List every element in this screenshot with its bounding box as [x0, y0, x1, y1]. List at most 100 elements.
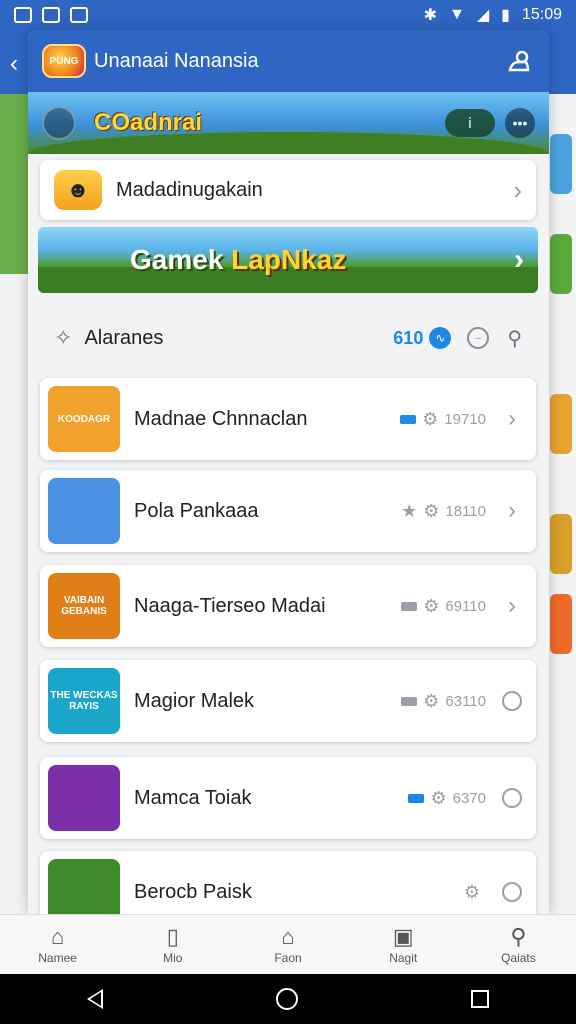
- game-meta-value: 69110: [445, 597, 486, 615]
- promo-card[interactable]: ☻ Madadinugakain ›: [40, 160, 536, 220]
- game-name: Pola Pankaaa: [134, 499, 259, 522]
- profile-link-button[interactable]: [503, 45, 535, 77]
- game-meta: ⚙: [464, 882, 486, 903]
- section-count: 610: [393, 327, 424, 348]
- game-name: Magior Malek: [134, 689, 255, 712]
- star-icon: ✧: [54, 325, 73, 350]
- tag-icon: [401, 696, 418, 706]
- background-tile: [550, 134, 572, 194]
- background-app-content-left: [0, 94, 30, 914]
- notification-icon: [70, 7, 88, 23]
- sheet-title: Unanaai Nanansia: [94, 49, 259, 72]
- search-icon: ⚲: [510, 923, 527, 949]
- character-avatar: ☻: [54, 170, 102, 210]
- notification-icon: [14, 7, 32, 23]
- banner-info-button[interactable]: ⅰ: [445, 109, 495, 137]
- select-circle-icon[interactable]: [502, 691, 522, 711]
- game-list-item[interactable]: Berocb Paisk ⚙: [40, 851, 536, 914]
- link-icon: [508, 50, 530, 72]
- background-tile: [550, 594, 572, 654]
- info-icon: ⅰ: [468, 114, 472, 131]
- nav-item-qaiats[interactable]: ⚲ Qaiats: [461, 915, 576, 974]
- back-arrow-icon: ‹: [10, 50, 18, 77]
- game-meta: ⚙ 69110: [401, 596, 486, 617]
- sheet-header: PUNG Unanaai Nanansia: [28, 30, 549, 92]
- tag-icon: [400, 414, 417, 424]
- background-tile: [550, 514, 572, 574]
- bookmark-icon: ▯: [166, 923, 179, 949]
- filter-icon[interactable]: –: [467, 327, 490, 349]
- nav-label: Nagit: [389, 950, 418, 965]
- nav-item-faon[interactable]: ⌂ Faon: [230, 915, 345, 974]
- gear-icon: ⚙: [463, 881, 480, 902]
- game-meta-value: 19710: [444, 410, 486, 428]
- nav-item-nagit[interactable]: ▣ Nagit: [346, 915, 461, 974]
- game-name: Berocb Paisk: [134, 880, 252, 903]
- game-thumbnail: [48, 478, 120, 544]
- promo-label: Madadinugakain: [116, 178, 263, 201]
- activity-icon[interactable]: ∿: [429, 327, 452, 349]
- background-tile: [550, 394, 572, 454]
- gear-icon: ⚙: [423, 595, 440, 616]
- app-logo: PUNG: [42, 44, 86, 78]
- banner-more-button[interactable]: •••: [505, 108, 535, 138]
- game-banner-title: Gamek LapNkaz: [130, 244, 346, 276]
- nav-item-namee[interactable]: ⌂ Namee: [0, 915, 115, 974]
- chevron-right-icon: ›: [514, 243, 524, 276]
- chevron-right-icon[interactable]: ›: [502, 592, 522, 620]
- gear-icon: ⚙: [430, 787, 447, 808]
- game-thumbnail: THE WECKAS RAYIS: [48, 668, 120, 734]
- inbox-icon: ▣: [392, 923, 414, 949]
- gear-icon: ⚙: [423, 500, 440, 521]
- game-name: Mamca Toiak: [134, 786, 252, 809]
- game-list-item[interactable]: VAIBAIN GEBANIS Naaga-Tierseo Madai ⚙ 69110…: [40, 565, 536, 647]
- section-label: Alaranes: [84, 326, 164, 349]
- battery-icon: ▮: [501, 7, 510, 24]
- game-thumbnail: [48, 859, 120, 914]
- bluetooth-icon: ✱: [423, 7, 437, 24]
- gear-icon: ⚙: [423, 690, 440, 711]
- nav-label: Namee: [38, 950, 77, 965]
- nav-item-mio[interactable]: ▯ Mio: [115, 915, 230, 974]
- notification-icon: [42, 7, 60, 23]
- select-circle-icon[interactable]: [502, 788, 522, 808]
- game-banner-title-part1: Gamek: [130, 244, 232, 275]
- search-icon[interactable]: ⚲: [507, 326, 522, 351]
- chevron-right-icon[interactable]: ›: [502, 497, 522, 525]
- gear-icon: ⚙: [422, 408, 439, 429]
- game-banner[interactable]: Gamek LapNkaz ›: [38, 227, 538, 293]
- game-name: Madnae Chnnaclan: [134, 407, 308, 430]
- tag-icon: [408, 793, 425, 803]
- game-meta: ⚙ 6370: [408, 788, 486, 809]
- chevron-right-icon: ›: [513, 174, 522, 205]
- nav-label: Faon: [274, 950, 302, 965]
- chevron-right-icon[interactable]: ›: [502, 405, 522, 433]
- game-name: Naaga-Tierseo Madai: [134, 594, 326, 617]
- game-thumbnail: [48, 765, 120, 831]
- bottom-navigation: ⌂ Namee ▯ Mio ⌂ Faon ▣ Nagit ⚲ Qaiats: [0, 914, 576, 974]
- notification-icons: [14, 7, 88, 23]
- game-meta-value: 6370: [452, 789, 486, 807]
- section-header: ✧ Alaranes 610 ∿ – ⚲: [40, 310, 536, 366]
- system-back-button[interactable]: [86, 989, 103, 1009]
- game-list-item[interactable]: THE WECKAS RAYIS Magior Malek ⚙ 63110: [40, 660, 536, 742]
- background-app-content-right: [548, 94, 576, 914]
- banner-avatar[interactable]: [42, 106, 76, 140]
- select-circle-icon[interactable]: [502, 882, 522, 902]
- header-banner: COadnrai ⅰ •••: [28, 92, 549, 154]
- game-list-item[interactable]: Mamca Toiak ⚙ 6370: [40, 757, 536, 839]
- signal-icon: ◢: [476, 7, 490, 24]
- status-time: 15:09: [521, 6, 562, 23]
- background-tile: [550, 234, 572, 294]
- game-list-item[interactable]: KOODAGR Madnae Chnnaclan ⚙ 19710 ›: [40, 378, 536, 460]
- app-sheet: PUNG Unanaai Nanansia COadnrai ⅰ ••• ☻ M…: [28, 30, 549, 914]
- game-list-item[interactable]: Pola Pankaaa ★ ⚙ 18110 ›: [40, 470, 536, 552]
- game-meta-value: 18110: [445, 502, 486, 520]
- nav-label: Qaiats: [501, 950, 536, 965]
- game-meta: ⚙ 19710: [400, 409, 486, 430]
- status-bar: ✱ ▼ ◢ ▮ 15:09: [0, 0, 576, 30]
- system-recents-button[interactable]: [471, 990, 490, 1008]
- system-home-button[interactable]: [275, 988, 298, 1010]
- home-icon: ⌂: [50, 923, 65, 949]
- game-meta: ⚙ 63110: [401, 691, 486, 712]
